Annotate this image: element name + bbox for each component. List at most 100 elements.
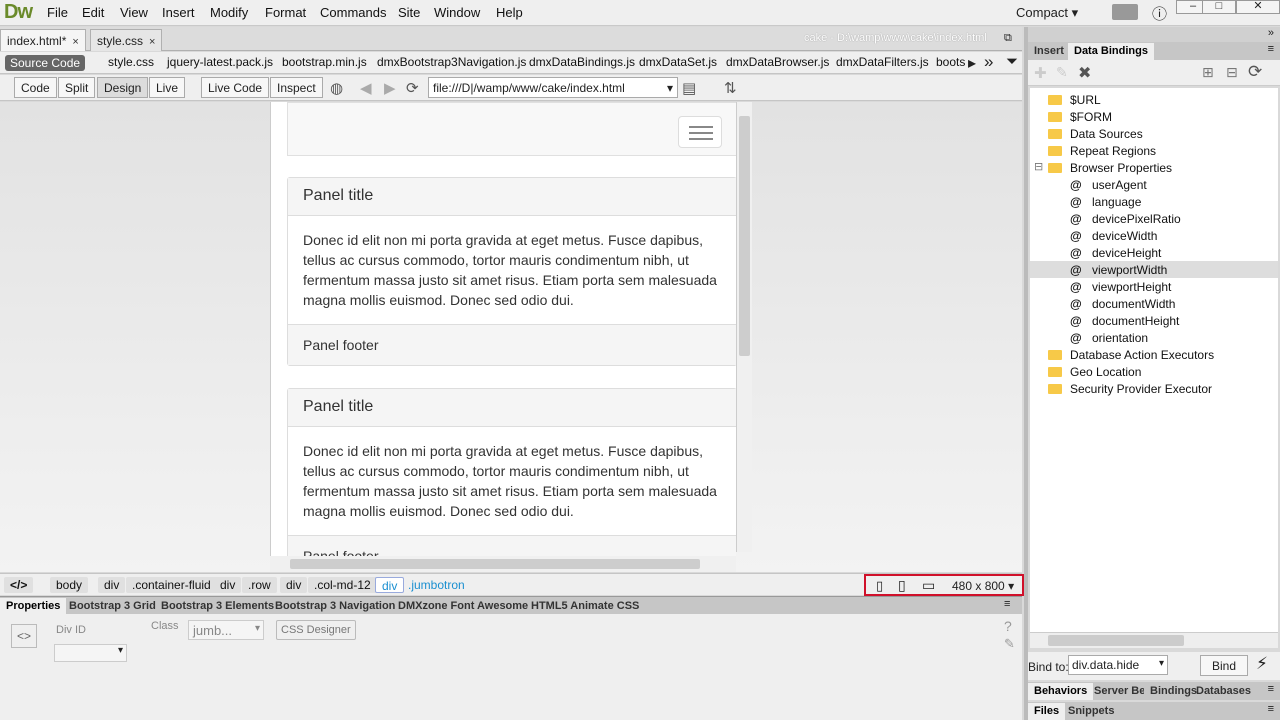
tag-div-selected[interactable]: div <box>375 577 405 593</box>
tree-folder[interactable]: $URL <box>1030 91 1278 108</box>
tag-container-fluid[interactable]: .container-fluid <box>126 577 217 593</box>
close-window-button[interactable]: ✕ <box>1236 0 1280 14</box>
related-file[interactable]: dmxDataBrowser.js <box>726 55 829 69</box>
div-id-select[interactable]: ▾ <box>54 644 127 662</box>
tree-property[interactable]: @ devicePixelRatio <box>1030 210 1278 227</box>
collapse-all-icon[interactable]: ⊟ <box>1226 64 1238 81</box>
tab-behaviors[interactable]: Behaviors <box>1028 683 1094 700</box>
tab-animate-css[interactable]: HTML5 Animate CSS <box>525 598 645 615</box>
tree-property[interactable]: @ documentHeight <box>1030 312 1278 329</box>
workspace-switcher[interactable]: Compact ▾ <box>1016 5 1078 21</box>
tab-server-behaviors[interactable]: Server Beh <box>1088 683 1144 700</box>
design-view-button[interactable]: Design <box>97 77 149 98</box>
related-file[interactable]: dmxDataSet.js <box>639 55 717 69</box>
menu-insert[interactable]: Insert <box>162 5 195 20</box>
bind-button[interactable]: Bind <box>1200 655 1248 676</box>
related-file[interactable]: style.css <box>108 55 154 69</box>
live-code-button[interactable]: Live Code <box>201 77 270 98</box>
tree-property[interactable]: @ documentWidth <box>1030 295 1278 312</box>
page-settings-icon[interactable]: ▤ <box>682 79 696 97</box>
scroll-thumb[interactable] <box>290 559 700 569</box>
restore-doc-icon[interactable]: ⧉ <box>1004 32 1012 45</box>
tab-insert[interactable]: Insert <box>1028 43 1070 60</box>
tree-folder[interactable]: Database Action Executors <box>1030 346 1278 363</box>
live-view-button[interactable]: Live <box>149 77 186 98</box>
tag-row[interactable]: .row <box>242 577 277 593</box>
panel-menu-icon[interactable]: ≡ <box>1268 683 1274 695</box>
related-file[interactable]: dmxDataFilters.js <box>836 55 929 69</box>
menu-view[interactable]: View <box>120 5 148 20</box>
bind-to-select[interactable]: div.data.hide ▾ <box>1068 655 1168 675</box>
collapse-node-icon[interactable]: ⊟ <box>1034 160 1043 173</box>
tree-property[interactable]: @ deviceHeight <box>1030 244 1278 261</box>
tag-div[interactable]: div <box>280 577 308 593</box>
related-file[interactable]: jquery-latest.pack.js <box>167 55 273 69</box>
menu-file[interactable]: File <box>47 5 68 20</box>
more-files-icon[interactable]: » <box>984 52 993 72</box>
tree-folder[interactable]: ⊟ Browser Properties <box>1030 159 1278 176</box>
tab-bootstrap-elements[interactable]: Bootstrap 3 Elements <box>155 598 280 615</box>
info-icon[interactable]: ⓘ <box>1152 3 1167 24</box>
collapse-panel-icon[interactable]: » <box>1268 27 1274 39</box>
next-file-icon[interactable]: ▸ <box>968 53 976 73</box>
close-icon[interactable]: × <box>149 36 155 48</box>
sync-settings-icon[interactable] <box>1112 4 1138 20</box>
tab-font-awesome[interactable]: DMXzone Font Awesome <box>392 598 534 615</box>
quick-tag-editor-icon[interactable]: ✎ <box>1004 636 1015 652</box>
tree-property[interactable]: @ userAgent <box>1030 176 1278 193</box>
class-select[interactable]: jumb... ▾ <box>188 620 264 640</box>
browser-preview-icon[interactable]: ◍ <box>330 79 343 97</box>
source-code-button[interactable]: Source Code <box>5 55 86 71</box>
split-view-button[interactable]: Split <box>58 77 96 98</box>
filter-icon[interactable]: ⏷ <box>1006 53 1018 70</box>
sort-arrows-icon[interactable]: ⇅ <box>724 79 737 97</box>
help-icon[interactable]: ? <box>1004 618 1012 634</box>
menu-modify[interactable]: Modify <box>210 5 248 20</box>
tree-folder[interactable]: $FORM <box>1030 108 1278 125</box>
tag-jumbotron[interactable]: .jumbotron <box>402 577 471 593</box>
tree-property[interactable]: @ viewportHeight <box>1030 278 1278 295</box>
delete-icon[interactable]: ✖ <box>1078 63 1091 83</box>
tree-folder[interactable]: Data Sources <box>1030 125 1278 142</box>
tree-property[interactable]: @ language <box>1030 193 1278 210</box>
tree-horizontal-scrollbar[interactable] <box>1030 632 1278 648</box>
tab-data-bindings[interactable]: Data Bindings <box>1068 43 1154 60</box>
related-file[interactable]: dmxBootstrap3Navigation.js <box>377 55 526 69</box>
close-icon[interactable]: × <box>72 36 78 48</box>
tree-folder[interactable]: Geo Location <box>1030 363 1278 380</box>
related-file[interactable]: dmxDataBindings.js <box>529 55 635 69</box>
tab-files[interactable]: Files <box>1028 703 1066 720</box>
related-file[interactable]: bootstrap.min.js <box>282 55 367 69</box>
back-arrow-icon[interactable]: ◀ <box>360 79 372 97</box>
refresh-icon[interactable]: ⟳ <box>1248 62 1262 82</box>
code-toggle-button[interactable]: </> <box>4 577 34 593</box>
hamburger-menu-icon[interactable] <box>678 116 722 148</box>
tree-property[interactable]: @ orientation <box>1030 329 1278 346</box>
desktop-icon[interactable]: ▭ <box>922 577 935 594</box>
tablet-icon[interactable]: ▯ <box>898 577 906 594</box>
tree-property[interactable]: @ deviceWidth <box>1030 227 1278 244</box>
tab-index-html[interactable]: index.html* × <box>0 29 86 51</box>
tag-col-md-12[interactable]: .col-md-12 <box>308 577 377 593</box>
menu-site[interactable]: Site <box>398 5 420 20</box>
tree-folder[interactable]: Security Provider Executor <box>1030 380 1278 397</box>
scroll-thumb[interactable] <box>1048 635 1184 646</box>
add-icon[interactable]: ✚ <box>1034 64 1047 82</box>
tab-bootstrap-grid[interactable]: Bootstrap 3 Grid <box>63 598 162 615</box>
tab-style-css[interactable]: style.css × <box>90 29 163 51</box>
tab-bootstrap-navigation[interactable]: Bootstrap 3 Navigation <box>269 598 401 615</box>
tab-databases[interactable]: Databases <box>1190 683 1257 700</box>
vertical-scrollbar[interactable] <box>736 102 752 552</box>
page-canvas[interactable]: Panel title Donec id elit non mi porta g… <box>270 102 736 572</box>
panel-splitter[interactable] <box>1024 27 1028 720</box>
tree-folder[interactable]: Repeat Regions <box>1030 142 1278 159</box>
menu-edit[interactable]: Edit <box>82 5 104 20</box>
css-designer-button[interactable]: CSS Designer <box>276 620 356 640</box>
tree-property[interactable]: @ viewportWidth <box>1030 261 1278 278</box>
maximize-button[interactable]: □ <box>1202 0 1236 14</box>
mobile-icon[interactable]: ▯ <box>876 578 883 594</box>
menu-help[interactable]: Help <box>496 5 523 20</box>
expand-all-icon[interactable]: ⊞ <box>1202 64 1214 81</box>
tag-body[interactable]: body <box>50 577 89 593</box>
menu-format[interactable]: Format <box>265 5 306 20</box>
